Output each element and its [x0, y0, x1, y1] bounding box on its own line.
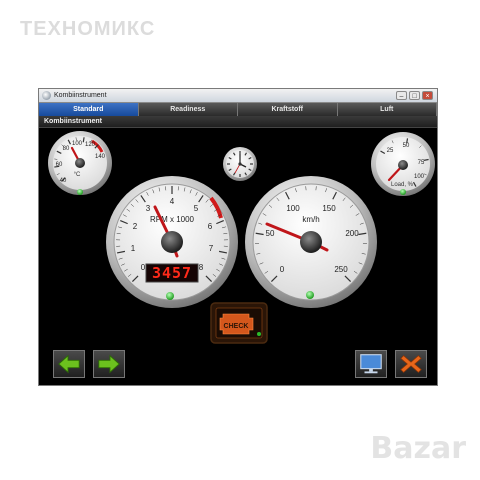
- title-bar: Kombiinstrument – □ ×: [39, 89, 437, 103]
- clock-gauge: [223, 147, 257, 181]
- rpm-hub: [161, 231, 183, 253]
- rpm-label-5: 5: [194, 204, 199, 213]
- temperature-hub: [75, 158, 85, 168]
- tab-bar: Standard Readiness Kraftstoff Luft: [39, 103, 437, 116]
- rpm-label-2: 2: [133, 222, 138, 231]
- watermark-logo: Bazar: [370, 431, 466, 466]
- close-window-button[interactable]: ×: [422, 91, 433, 100]
- window-title: Kombiinstrument: [54, 92, 107, 99]
- check-engine-indicator: CHECK: [210, 302, 268, 344]
- rpm-unit: RPM x 1000: [150, 215, 195, 224]
- speed-unit: km/h: [302, 215, 319, 224]
- app-icon: [42, 91, 51, 100]
- watermark-top: ТЕХНОМИКС: [20, 18, 156, 40]
- speed-gauge: 0 50 100 150 200 250 km/h: [245, 176, 377, 308]
- rpm-label-4: 4: [170, 197, 175, 206]
- rpm-digital-readout: 3457: [152, 264, 192, 282]
- section-header: Kombiinstrument: [39, 116, 437, 128]
- temperature-gauge: 40 60 80 100 120 140 °C: [48, 131, 112, 195]
- rpm-indicator-led: [166, 292, 174, 300]
- speed-label-250: 250: [334, 265, 348, 274]
- window-controls: – □ ×: [396, 91, 433, 100]
- temperature-label-140: 140: [95, 154, 106, 160]
- tab-standard[interactable]: Standard: [39, 103, 139, 116]
- load-label-75: 75: [418, 160, 425, 166]
- minimize-button[interactable]: –: [396, 91, 407, 100]
- rpm-label-1: 1: [131, 244, 136, 253]
- monitor-icon: [360, 354, 382, 374]
- load-unit: Load, %: [391, 182, 414, 188]
- speed-label-0: 0: [280, 265, 285, 274]
- arrow-right-icon: [98, 354, 120, 374]
- speed-label-150: 150: [322, 204, 336, 213]
- load-hub: [398, 160, 408, 170]
- temperature-label-120: 120: [85, 142, 96, 148]
- temperature-indicator-led: [77, 189, 83, 195]
- load-gauge: 25 50 75 100 Load, %: [371, 132, 435, 196]
- rpm-label-8: 8: [199, 263, 204, 272]
- temperature-tick: [82, 137, 85, 143]
- check-engine-led: [257, 332, 261, 336]
- back-button[interactable]: [53, 350, 85, 378]
- temperature-unit: °C: [74, 172, 81, 178]
- speed-label-100: 100: [286, 204, 300, 213]
- speed-label-50: 50: [266, 229, 275, 238]
- dashboard-panel: 40 60 80 100 120 140 °C 25 50 75 100 Loa…: [48, 131, 435, 344]
- app-window: Kombiinstrument – □ × Standard Readiness…: [38, 88, 438, 386]
- arrow-left-icon: [58, 354, 80, 374]
- load-label-50: 50: [403, 143, 410, 149]
- forward-button[interactable]: [93, 350, 125, 378]
- exit-button[interactable]: [395, 350, 427, 378]
- temperature-label-40: 40: [60, 178, 67, 184]
- maximize-button[interactable]: □: [409, 91, 420, 100]
- speed-indicator-led: [306, 291, 314, 299]
- tab-kraftstoff[interactable]: Kraftstoff: [238, 103, 338, 116]
- temperature-label-60: 60: [56, 162, 63, 168]
- speed-hub: [300, 231, 322, 253]
- rpm-gauge: 0 1 2 3 4 5 6 7 8 RPM x 1000 3457: [106, 176, 238, 308]
- rpm-label-3: 3: [146, 204, 151, 213]
- load-indicator-led: [400, 189, 406, 195]
- tab-luft[interactable]: Luft: [337, 103, 437, 116]
- close-x-icon: [400, 355, 422, 373]
- load-label-100: 100: [414, 174, 425, 180]
- temperature-label-80: 80: [63, 146, 70, 152]
- rpm-label-7: 7: [209, 244, 214, 253]
- rpm-label-0: 0: [141, 263, 146, 272]
- section-title: Kombiinstrument: [44, 118, 102, 125]
- temperature-label-100: 100: [72, 141, 83, 147]
- rpm-label-6: 6: [208, 222, 213, 231]
- load-tick: [423, 158, 429, 161]
- check-engine-label: CHECK: [224, 323, 249, 330]
- speed-label-200: 200: [345, 229, 359, 238]
- tab-readiness[interactable]: Readiness: [138, 103, 238, 116]
- load-label-25: 25: [387, 148, 394, 154]
- display-button[interactable]: [355, 350, 387, 378]
